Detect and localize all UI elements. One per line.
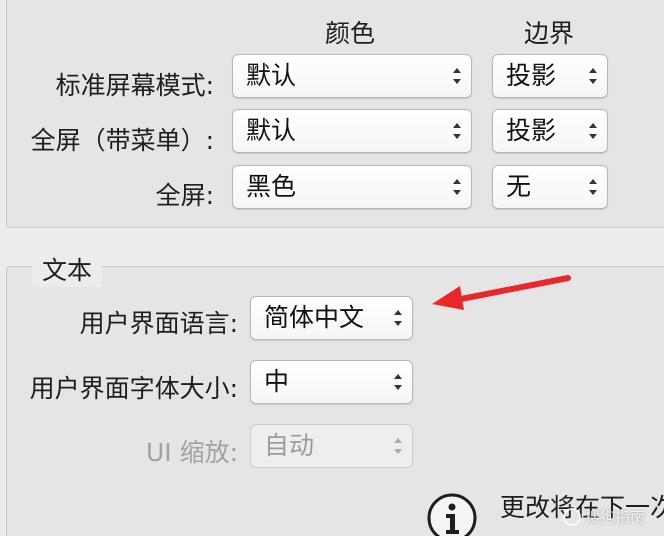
fullscreen-border-select[interactable]: 无 [492, 165, 608, 209]
fullscreen-border-value: 无 [506, 172, 532, 201]
color-column-header: 颜色 [325, 19, 376, 48]
standard-mode-border-select[interactable]: 投影 [492, 54, 608, 98]
ui-language-value: 简体中文 [264, 303, 365, 332]
ui-language-select[interactable]: 简体中文 [250, 296, 413, 340]
border-column-header: 边界 [524, 19, 575, 48]
fullscreen-menu-border-select[interactable]: 投影 [492, 109, 608, 153]
fullscreen-color-value: 黑色 [246, 172, 297, 201]
up-down-arrows-icon [453, 179, 461, 195]
standard-mode-color-value: 默认 [246, 61, 297, 90]
up-down-arrows-icon [394, 310, 402, 326]
standard-mode-color-select[interactable]: 默认 [232, 54, 472, 98]
fullscreen-color-select[interactable]: 黑色 [232, 165, 472, 209]
ui-scale-select: 自动 [250, 424, 413, 468]
ui-font-size-label: 用户界面字体大小: [29, 374, 238, 403]
text-group-title: 文本 [32, 251, 103, 287]
fullscreen-menu-border-value: 投影 [506, 116, 557, 145]
up-down-arrows-icon [589, 123, 597, 139]
ui-font-size-value: 中 [264, 367, 290, 396]
fullscreen-label: 全屏: [155, 181, 214, 210]
up-down-arrows-icon [589, 68, 597, 84]
up-down-arrows-icon [394, 374, 402, 390]
ui-language-label: 用户界面语言: [79, 309, 238, 338]
up-down-arrows-icon [453, 123, 461, 139]
info-icon [427, 493, 477, 536]
watermark-logo-icon [563, 508, 581, 526]
up-down-arrows-icon [394, 438, 402, 454]
fullscreen-menu-color-value: 默认 [246, 116, 297, 145]
ui-font-size-select[interactable]: 中 [250, 360, 413, 404]
annotation-arrow-icon [432, 275, 571, 310]
up-down-arrows-icon [453, 68, 461, 84]
standard-mode-label: 标准屏幕模式: [55, 71, 214, 100]
fullscreen-menu-label: 全屏（带菜单）: [30, 126, 214, 155]
standard-mode-border-value: 投影 [506, 61, 557, 90]
up-down-arrows-icon [589, 179, 597, 195]
ui-scale-label: UI 缩放: [145, 438, 238, 467]
fullscreen-menu-color-select[interactable]: 默认 [232, 109, 472, 153]
ui-scale-value: 自动 [264, 431, 315, 460]
watermark-text: 搜狗指南 [585, 508, 646, 526]
